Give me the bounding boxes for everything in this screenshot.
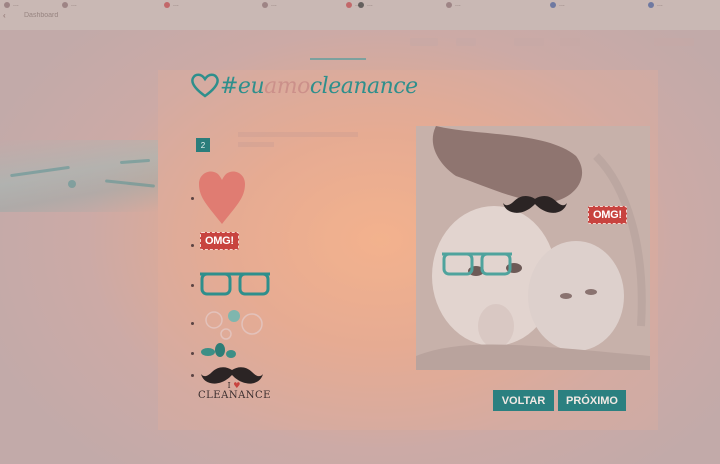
step-instructions bbox=[238, 130, 368, 147]
omg-sticker[interactable]: OMG! bbox=[200, 232, 239, 250]
nav-menu-item[interactable] bbox=[410, 38, 438, 46]
i-love-cleanance-sticker[interactable]: I ♥ CLEANANCE bbox=[198, 381, 271, 402]
bookmark-item[interactable]: ... bbox=[262, 1, 277, 8]
favicon-icon bbox=[346, 1, 352, 8]
heart-icon bbox=[199, 171, 245, 224]
site-logo[interactable]: #euamocleanance bbox=[190, 72, 418, 100]
sticker-text-cleanance: CLEANANCE bbox=[198, 390, 271, 401]
nav-menu-item[interactable] bbox=[456, 38, 476, 46]
glasses-icon bbox=[200, 272, 270, 296]
github-icon bbox=[358, 1, 364, 8]
bookmark-item[interactable]: ... bbox=[446, 1, 461, 8]
back-button[interactable]: VOLTAR bbox=[493, 390, 554, 411]
flowers-icon bbox=[205, 310, 263, 340]
list-bullet bbox=[191, 322, 194, 325]
list-bullet bbox=[191, 352, 194, 355]
page-tab-title[interactable]: Dashboard bbox=[24, 12, 58, 19]
heart-outline-icon bbox=[191, 73, 219, 98]
bookmark-item[interactable]: ... bbox=[164, 1, 179, 8]
browser-toolbar: ... ... ... ... ... ... ... ... ... ‹ Da… bbox=[0, 0, 720, 30]
leaves-icon bbox=[201, 343, 236, 358]
bookmark-item[interactable]: ... bbox=[648, 1, 663, 8]
logo-text: #euamocleanance bbox=[220, 73, 418, 99]
small-heart-icon: ♥ bbox=[233, 381, 241, 390]
bookmark-item[interactable]: ... bbox=[62, 1, 77, 8]
background-photo bbox=[0, 140, 158, 212]
list-bullet bbox=[191, 284, 194, 287]
bookmark-item[interactable]: ... bbox=[4, 1, 19, 8]
photo-image bbox=[416, 126, 650, 370]
sticker-text-i: I bbox=[227, 381, 231, 390]
bookmark-item[interactable]: ... bbox=[358, 1, 373, 8]
nav-menu-item[interactable] bbox=[654, 38, 694, 46]
favicon-icon bbox=[164, 1, 170, 8]
step-number-badge: 2 bbox=[196, 138, 210, 152]
glasses-sticker[interactable] bbox=[198, 270, 272, 303]
favicon-icon bbox=[62, 1, 68, 8]
heart-sticker[interactable] bbox=[198, 170, 246, 229]
nav-menu-item[interactable] bbox=[514, 38, 544, 46]
placed-glasses-icon[interactable] bbox=[440, 250, 514, 278]
favicon-icon bbox=[4, 1, 10, 8]
photo-canvas[interactable]: OMG! bbox=[416, 126, 650, 370]
active-nav-underline bbox=[310, 58, 366, 60]
next-button[interactable]: PRÓXIMO bbox=[558, 390, 626, 411]
floral-sticker[interactable] bbox=[198, 306, 266, 347]
back-arrow-icon[interactable]: ‹ bbox=[3, 11, 6, 20]
placed-omg-sticker[interactable]: OMG! bbox=[588, 206, 627, 224]
bookmark-item[interactable]: ... bbox=[550, 1, 565, 8]
facebook-icon bbox=[648, 1, 654, 8]
list-bullet bbox=[191, 374, 194, 377]
favicon-icon bbox=[262, 1, 268, 8]
placed-mustache-icon[interactable] bbox=[502, 192, 568, 216]
list-bullet bbox=[191, 244, 194, 247]
list-bullet bbox=[191, 197, 194, 200]
favicon-icon bbox=[446, 1, 452, 8]
facebook-icon bbox=[550, 1, 556, 8]
nav-menu-item[interactable] bbox=[560, 38, 580, 46]
